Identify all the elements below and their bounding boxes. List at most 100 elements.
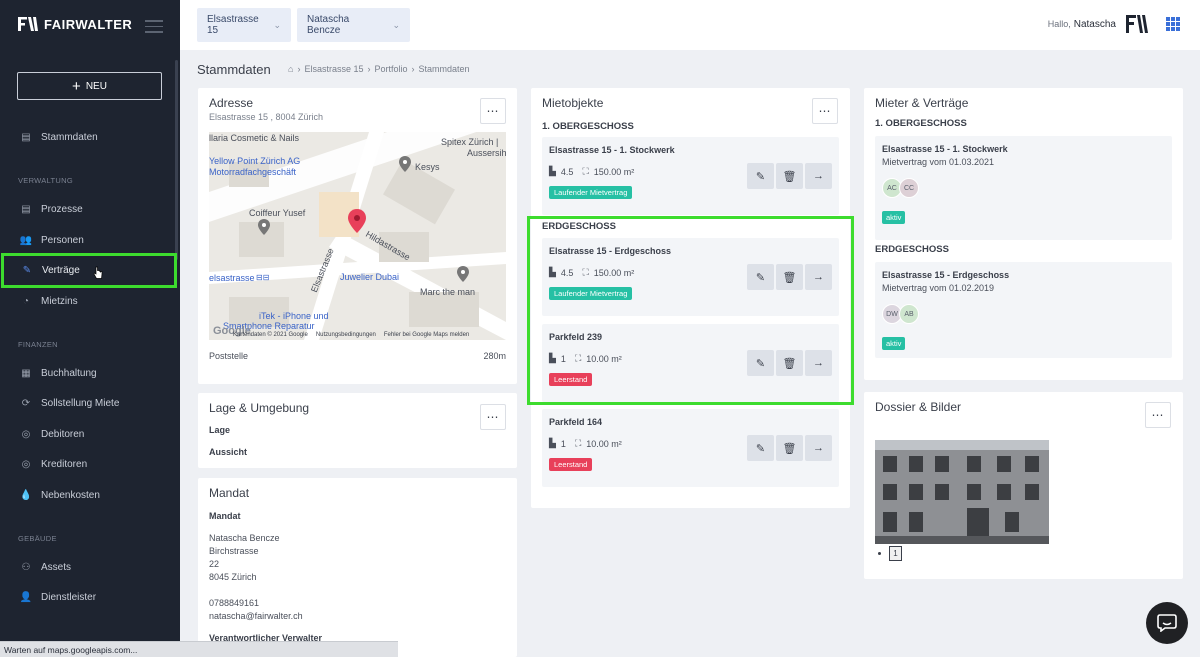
list-icon: ▤ (21, 131, 31, 143)
brand-logo[interactable]: FAIRWALTER (18, 16, 132, 32)
sidebar-item-mietzins[interactable]: ◔ Mietzins (0, 286, 180, 316)
map-poi-label: Kesys (415, 162, 440, 172)
report-link[interactable]: Fehler bei Google Maps melden (384, 332, 469, 338)
status-badge: aktiv (882, 211, 906, 224)
breadcrumb-item[interactable]: Portfolio (374, 64, 407, 74)
chevron-down-icon: ⌄ (392, 19, 400, 30)
sidebar-item-sollstellung[interactable]: ⟳ Sollstellung Miete (0, 388, 180, 418)
breadcrumb-item[interactable]: Elsastrasse 15 (304, 64, 363, 74)
sidebar: FAIRWALTER + NEU ▤ Stammdaten VERWALTUNG… (0, 0, 180, 657)
open-button[interactable]: → (805, 435, 832, 461)
contract-icon: ✎ (22, 265, 32, 276)
sidebar-item-nebenkosten[interactable]: 💧 Nebenkosten (0, 480, 180, 510)
map-poi-label: Yellow Point Zürich AG (209, 156, 301, 166)
page-title: Stammdaten (197, 62, 271, 77)
more-button[interactable]: ⋯ (812, 98, 838, 124)
unit-meta: ▙ 1 ⛶ 10.00 m² (549, 438, 622, 449)
more-button[interactable]: ⋯ (480, 404, 506, 430)
contract-date: Mietvertrag vom 01.03.2021 (882, 157, 995, 167)
address-text: Elsastrasse 15 , 8004 Zürich (209, 112, 324, 122)
status-badge: Laufender Mietvertrag (549, 186, 633, 199)
apps-grid-icon[interactable] (1166, 17, 1180, 31)
new-button[interactable]: + NEU (17, 72, 162, 100)
gauge-icon: ◔ (22, 295, 30, 307)
delete-button[interactable]: 🗑 (776, 435, 803, 461)
sidebar-item-label: Sollstellung Miete (41, 397, 120, 409)
fairwalter-logo-icon (18, 16, 38, 32)
brand-name: FAIRWALTER (44, 16, 133, 32)
map-poi-label: Marc the man (420, 287, 476, 297)
sidebar-item-label: Assets (41, 561, 72, 573)
map-nearby-label: Poststelle (209, 351, 249, 361)
chevron-down-icon: ⌄ (273, 19, 281, 30)
hand-cursor-icon (93, 266, 103, 279)
mandat-phone[interactable]: 0788849161 (209, 598, 259, 608)
delete-button[interactable]: 🗑 (776, 163, 803, 189)
coins-icon: ◎ (21, 458, 31, 470)
floor-heading: 1. OBERGESCHOSS (875, 118, 967, 129)
unit-actions: ✎ 🗑 → (747, 435, 832, 461)
user-name[interactable]: Natascha (1074, 19, 1116, 30)
list-icon: ▤ (21, 203, 31, 215)
avatar[interactable]: AB (899, 304, 919, 324)
mandat-label: Mandat (209, 511, 241, 521)
building-photo[interactable] (875, 440, 1049, 544)
contract-item[interactable]: Elsastrasse 15 - Erdgeschoss Mietvertrag… (875, 262, 1172, 358)
greeting: Hallo, Natascha (1048, 19, 1116, 30)
avatar[interactable]: CC (899, 178, 919, 198)
sidebar-item-label: Buchhaltung (41, 367, 97, 379)
more-button[interactable]: ⋯ (480, 98, 506, 124)
more-button[interactable]: ⋯ (1145, 402, 1171, 428)
sidebar-item-kreditoren[interactable]: ◎ Kreditoren (0, 449, 180, 479)
map[interactable]: llaria Cosmetic & Nails Spitex Zürich | … (209, 132, 506, 340)
terms-link[interactable]: Nutzungsbedingungen (316, 332, 376, 338)
fairwalter-logo-icon[interactable] (1126, 14, 1148, 34)
edit-button[interactable]: ✎ (747, 163, 774, 189)
page-button[interactable]: 1 (889, 546, 902, 561)
property-select-value: Elsastrasse 15 (207, 14, 259, 36)
card-title: Mandat (209, 486, 250, 500)
unit-actions: ✎ 🗑 → (747, 163, 832, 189)
unit-meta: ▙ 4.5 ⛶ 150.00 m² (549, 166, 635, 177)
plus-icon: + (72, 77, 81, 95)
sidebar-item-vertraege[interactable]: ✎ Verträge (1, 253, 177, 288)
user-select[interactable]: Natascha Bencze ⌄ (297, 8, 410, 42)
floor-heading: 1. OBERGESCHOSS (542, 121, 634, 132)
section-finanzen: FINANZEN (18, 340, 58, 349)
area-icon: ⛶ (574, 438, 582, 448)
chat-launcher-button[interactable] (1146, 602, 1188, 644)
sidebar-item-label: Prozesse (41, 203, 83, 215)
mandat-street: Birchstrasse (209, 546, 259, 556)
card-title: Dossier & Bilder (875, 400, 962, 414)
contract-item[interactable]: Elsastrasse 15 - 1. Stockwerk Mietvertra… (875, 136, 1172, 240)
refresh-icon: ⟳ (21, 397, 31, 409)
unit-item[interactable]: Elsastrasse 15 - 1. Stockwerk ▙ 4.5 ⛶ 150.… (542, 137, 839, 215)
map-pin-icon[interactable] (457, 266, 469, 282)
table-icon: ▦ (21, 367, 31, 379)
map-poi-label: iTek - iPhone und (259, 311, 329, 321)
sidebar-item-prozesse[interactable]: ▤ Prozesse (0, 194, 180, 224)
open-button[interactable]: → (805, 163, 832, 189)
sidebar-item-assets[interactable]: ⚇ Assets (0, 552, 180, 582)
browser-status-bar: Warten auf maps.googleapis.com... (0, 641, 398, 657)
sidebar-item-debitoren[interactable]: ◎ Debitoren (0, 419, 180, 449)
sidebar-item-stammdaten[interactable]: ▤ Stammdaten (0, 122, 180, 152)
new-button-label: NEU (85, 80, 107, 92)
sidebar-item-buchhaltung[interactable]: ▦ Buchhaltung (0, 358, 180, 388)
map-pin-icon[interactable] (258, 219, 270, 235)
tenant-avatars: DW AB (882, 304, 919, 324)
menu-toggle-icon[interactable] (145, 20, 163, 37)
unit-item[interactable]: Parkfeld 164 ▙ 1 ⛶ 10.00 m² Leerstand ✎ 🗑 … (542, 409, 839, 487)
sidebar-item-dienstleister[interactable]: 👤 Dienstleister (0, 582, 180, 612)
sidebar-item-personen[interactable]: 👥 Personen (0, 225, 180, 255)
edit-button[interactable]: ✎ (747, 435, 774, 461)
home-icon[interactable]: ⌂ (288, 64, 293, 74)
map-pin-icon[interactable] (399, 156, 411, 172)
location-marker-icon[interactable] (348, 208, 366, 234)
property-select[interactable]: Elsastrasse 15 ⌄ (197, 8, 291, 42)
mandat-email[interactable]: natascha@fairwalter.ch (209, 611, 303, 621)
adresse-card: Adresse Elsastrasse 15 , 8004 Zürich ⋯ l… (198, 88, 517, 384)
card-title: Adresse (209, 96, 254, 110)
floor-heading: ERDGESCHOSS (875, 244, 949, 255)
contract-name: Elsastrasse 15 - 1. Stockwerk (882, 144, 1008, 154)
